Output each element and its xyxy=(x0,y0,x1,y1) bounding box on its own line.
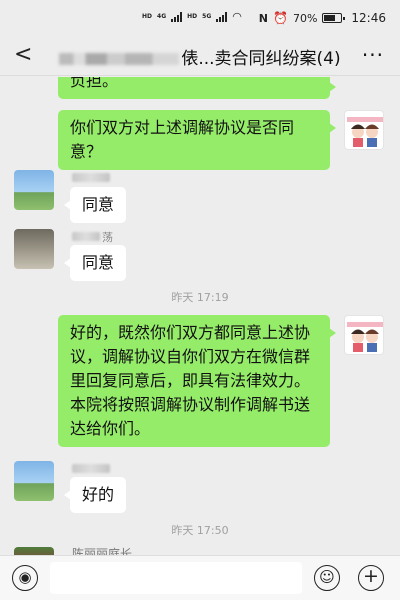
more-options-button[interactable]: ··· xyxy=(362,43,384,67)
wifi-icon: ◠ xyxy=(232,10,242,23)
member-avatar[interactable] xyxy=(14,461,54,501)
message-input[interactable] xyxy=(50,562,302,594)
member-nickname-blurred xyxy=(72,173,110,182)
my-avatar[interactable] xyxy=(344,315,384,355)
timestamp: 昨天 17:19 xyxy=(171,291,229,304)
member-nickname-blurred xyxy=(72,232,100,241)
message-bubble-received[interactable]: 好的 xyxy=(63,477,127,513)
message-bubble-sent[interactable]: 负担。 xyxy=(58,77,336,99)
message-text: 同意 xyxy=(82,253,115,272)
back-button[interactable]: < xyxy=(14,42,32,67)
cartoon-couple-icon xyxy=(347,117,383,147)
chat-title-text: 俵...卖合同纠纷案(4) xyxy=(181,49,341,69)
chat-area[interactable]: 负担。 你们双方对上述调解协议是否同意？ 同意 荡 同意 昨天 17:19 好的… xyxy=(0,77,400,555)
chat-header: < 俵...卖合同纠纷案(4) ··· xyxy=(0,34,400,76)
timestamp: 昨天 17:50 xyxy=(171,524,229,537)
chat-title: 俵...卖合同纠纷案(4) xyxy=(50,44,350,69)
member-avatar[interactable] xyxy=(14,170,54,210)
member-nickname-blurred xyxy=(72,464,110,473)
signal-icon-2 xyxy=(216,11,228,22)
message-text: 好的 xyxy=(82,485,115,504)
message-text: 好的，既然你们双方都同意上述协议，调解协议自你们双方在微信群里回复同意后，即具有… xyxy=(70,323,311,438)
member-nickname-partial: 荡 xyxy=(102,231,113,244)
message-bubble-received[interactable]: 同意 xyxy=(63,187,127,223)
nfc-icon: N xyxy=(258,11,268,25)
network-type-label: HD xyxy=(142,12,153,20)
member-nickname: 陈丽丽庭长 xyxy=(72,547,133,555)
message-bubble-sent[interactable]: 你们双方对上述调解协议是否同意？ xyxy=(58,110,336,170)
status-time: 12:46 xyxy=(351,11,386,25)
message-text: 同意 xyxy=(82,195,115,214)
signal-icon xyxy=(171,11,183,22)
network-gen-label: 4G xyxy=(157,12,167,20)
cartoon-couple-icon xyxy=(347,322,383,352)
message-bubble-sent[interactable]: 好的，既然你们双方都同意上述协议，调解协议自你们双方在微信群里回复同意后，即具有… xyxy=(58,315,336,447)
message-text: 负担。 xyxy=(70,77,119,90)
battery-percent: 70% xyxy=(292,11,318,25)
voice-icon[interactable]: ◉ xyxy=(12,565,38,591)
message-text: 你们双方对上述调解协议是否同意？ xyxy=(70,118,295,161)
member-avatar[interactable] xyxy=(14,229,54,269)
network-type-label-2: HD xyxy=(187,12,198,20)
network-gen-label-2: 5G xyxy=(202,12,212,20)
input-bar: ◉ ☺ + xyxy=(0,555,400,600)
emoji-icon[interactable]: ☺ xyxy=(314,565,340,591)
message-bubble-received[interactable]: 同意 xyxy=(63,245,127,281)
alarm-icon: ⏰ xyxy=(273,11,288,25)
blurred-title-part xyxy=(59,53,180,65)
status-network: HD 4G HD 5G ◠ xyxy=(142,10,242,23)
my-avatar[interactable] xyxy=(344,110,384,150)
battery-icon xyxy=(322,13,346,23)
status-bar: HD 4G HD 5G ◠ N ⏰ 70% 12:46 xyxy=(0,0,400,34)
plus-icon[interactable]: + xyxy=(358,565,384,591)
status-right: N ⏰ 70% 12:46 xyxy=(259,11,386,25)
member-avatar[interactable] xyxy=(14,547,54,555)
